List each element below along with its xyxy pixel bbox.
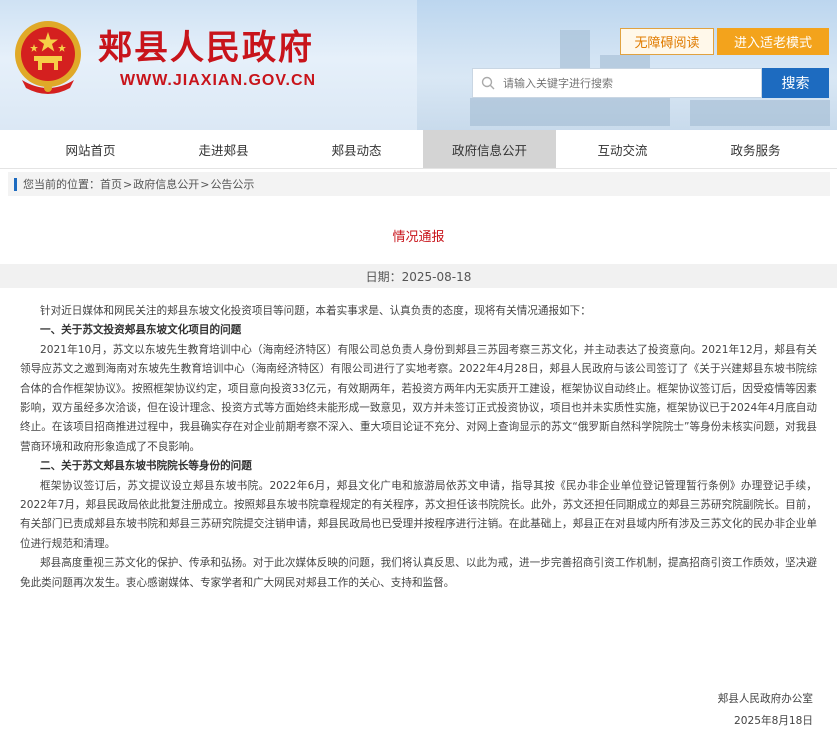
banner-building [690, 100, 830, 126]
search-box [472, 68, 762, 98]
breadcrumb-separator: > [200, 177, 210, 191]
nav-item-home[interactable]: 网站首页 [24, 130, 157, 168]
nav-item-news[interactable]: 郏县动态 [290, 130, 423, 168]
breadcrumb-link-home[interactable]: 首页 [100, 176, 122, 192]
elder-mode-button[interactable]: 进入适老模式 [717, 28, 829, 55]
breadcrumb-separator: > [123, 177, 133, 191]
nav-item-interaction[interactable]: 互动交流 [556, 130, 689, 168]
breadcrumb-prefix: 您当前的位置： [23, 178, 100, 191]
breadcrumb-link-info-disclosure[interactable]: 政府信息公开 [133, 176, 199, 192]
national-emblem-icon [15, 21, 81, 94]
section-paragraph: 2021年10月，苏文以东坡先生教育培训中心（海南经济特区）有限公司总负责人身份… [20, 343, 817, 453]
breadcrumb-marker [14, 177, 17, 191]
article-signature: 郏县人民政府办公室 2025年8月18日 [718, 688, 813, 732]
search-input[interactable] [501, 75, 755, 91]
section-heading: 一、关于苏文投资郏县东坡文化项目的问题 [40, 324, 242, 337]
article-body: 针对近日媒体和网民关注的郏县东坡文化投资项目等问题，本着实事求是、认真负责的态度… [20, 302, 817, 593]
closing-paragraph: 郏县高度重视三苏文化的保护、传承和弘扬。对于此次媒体反映的问题，我们将认真反思、… [20, 557, 817, 589]
breadcrumb: 您当前的位置： 首页 > 政府信息公开 > 公告公示 [8, 172, 830, 196]
banner-building [560, 30, 590, 70]
nav-item-info-disclosure[interactable]: 政府信息公开 [423, 130, 556, 168]
section-heading: 二、关于苏文郏县东坡书院院长等身份的问题 [40, 460, 252, 473]
search-icon [481, 76, 495, 90]
site-url: WWW.JIAXIAN.GOV.CN [120, 72, 317, 89]
site-header: 郏县人民政府 WWW.JIAXIAN.GOV.CN 无障碍阅读 进入适老模式 搜… [0, 0, 837, 130]
signature-org: 郏县人民政府办公室 [717, 693, 813, 705]
site-title: 郏县人民政府 [98, 28, 314, 68]
article-title: 情况通报 [392, 230, 445, 245]
main-nav: 网站首页 走进郏县 郏县动态 政府信息公开 互动交流 政务服务 [0, 130, 837, 169]
banner-building [470, 98, 670, 126]
nav-item-about-jiaxian[interactable]: 走进郏县 [157, 130, 290, 168]
signature-date: 2025年8月18日 [734, 715, 813, 727]
section-paragraph: 框架协议签订后，苏文提议设立郏县东坡书院。2022年6月，郏县文化广电和旅游局依… [20, 479, 817, 550]
article-intro: 针对近日媒体和网民关注的郏县东坡文化投资项目等问题，本着实事求是、认真负责的态度… [40, 305, 591, 317]
nav-item-gov-services[interactable]: 政务服务 [689, 130, 822, 168]
search-button[interactable]: 搜索 [762, 68, 829, 98]
breadcrumb-link-announcements[interactable]: 公告公示 [210, 176, 254, 192]
accessibility-reading-button[interactable]: 无障碍阅读 [620, 28, 714, 55]
article-date: 日期：2025-08-18 [0, 264, 837, 288]
